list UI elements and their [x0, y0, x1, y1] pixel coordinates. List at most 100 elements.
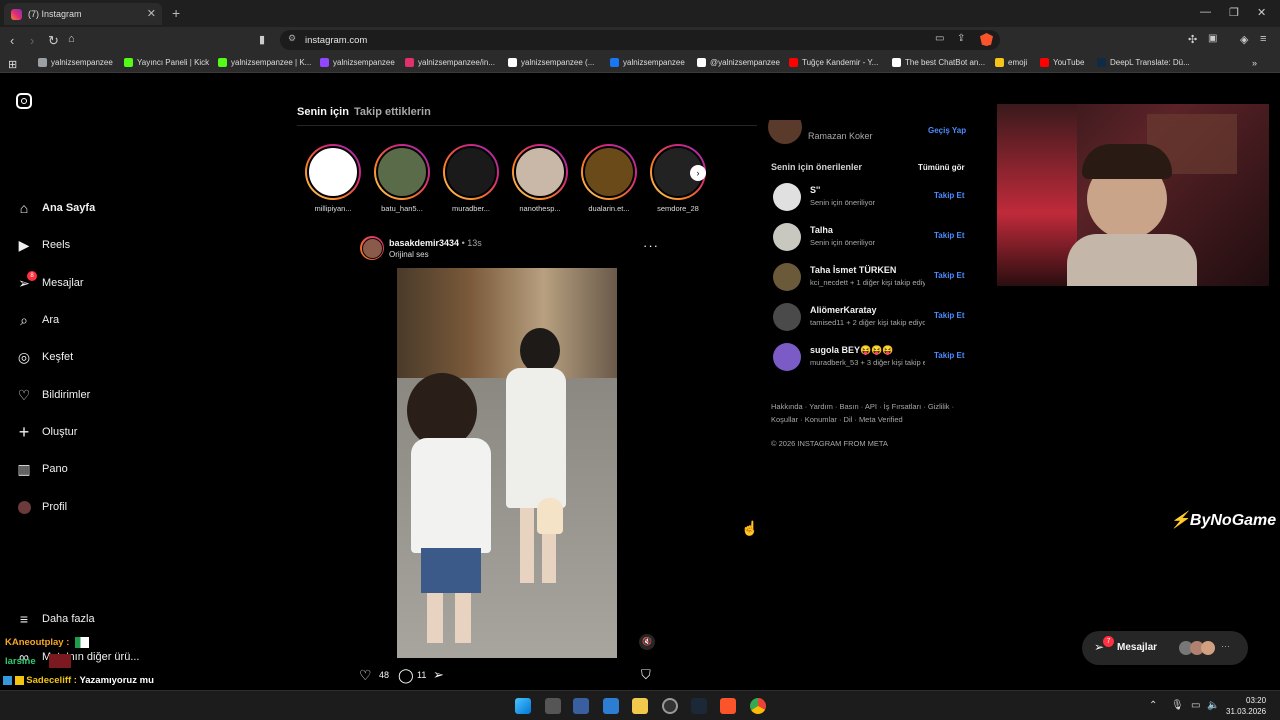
post-username[interactable]: basakdemir3434	[389, 238, 459, 248]
brave-icon[interactable]	[720, 698, 736, 714]
tray-chevron-icon[interactable]: ⌃	[1149, 700, 1157, 711]
sidebar-item-profile[interactable]: Profil	[16, 499, 67, 515]
bookmark-icon[interactable]: ▮	[259, 33, 265, 46]
sidebar-item-home[interactable]: ⌂ Ana Sayfa	[16, 200, 95, 216]
share-post-icon[interactable]: ➢	[433, 667, 444, 683]
story-item[interactable]: batu_han5...	[373, 144, 431, 213]
suggestion-name[interactable]: Talha	[810, 225, 833, 235]
bookmark-item[interactable]: DeepL Translate: Dü...	[1097, 58, 1190, 67]
tab-for-you[interactable]: Senin için	[297, 106, 349, 118]
file-explorer-icon[interactable]	[632, 698, 648, 714]
cast-icon[interactable]: ▭	[935, 33, 944, 44]
sidebar-item-create[interactable]: + Oluştur	[16, 422, 78, 442]
browser-tab[interactable]: (7) Instagram ✕	[4, 3, 162, 25]
bookmark-item[interactable]: yalnizsempanzee/in...	[405, 58, 495, 67]
restore-icon[interactable]: ❐	[1229, 6, 1239, 19]
more-options-icon[interactable]: ···	[643, 238, 659, 253]
story-item[interactable]: millipiyan...	[304, 144, 362, 213]
sidebar-item-messages[interactable]: ➢ 8 Mesajlar	[16, 271, 84, 291]
sidebar-icon[interactable]: ▣	[1208, 33, 1217, 44]
site-info-icon[interactable]: ⚙	[288, 33, 296, 44]
footer-links[interactable]: Koşullar · Konumlar · Dil · Meta Verifie…	[771, 415, 903, 424]
bookmark-item[interactable]: Yayıncı Paneli | Kick	[124, 58, 209, 67]
current-user-avatar[interactable]	[768, 120, 802, 146]
close-window-icon[interactable]: ✕	[1257, 6, 1266, 19]
forward-icon[interactable]: ›	[30, 33, 34, 48]
sidebar-item-notifications[interactable]: ♡ Bildirimler	[16, 387, 91, 403]
see-all-link[interactable]: Tümünü gör	[918, 163, 965, 172]
home-browser-icon[interactable]: ⌂	[68, 33, 75, 45]
extensions-icon[interactable]: ✣	[1188, 33, 1197, 46]
bookmark-item[interactable]: YouTube	[1040, 58, 1084, 67]
chrome-icon[interactable]	[750, 698, 766, 714]
new-tab-icon[interactable]: +	[172, 5, 180, 21]
microphone-icon[interactable]: 🎙	[1171, 700, 1184, 711]
back-icon[interactable]: ‹	[10, 33, 14, 48]
like-icon[interactable]: ♡	[359, 667, 372, 684]
display-icon[interactable]: ▭	[1191, 700, 1200, 711]
stories-next-button[interactable]: ›	[690, 165, 706, 181]
sidebar-item-dashboard[interactable]: ▥ Pano	[16, 461, 67, 477]
avatar[interactable]	[773, 343, 801, 371]
app-icon[interactable]	[603, 698, 619, 714]
steam-icon[interactable]	[691, 698, 707, 714]
sidebar-item-more[interactable]: ≡ Daha fazla	[16, 611, 95, 627]
story-item[interactable]: dualarin.et...	[580, 144, 638, 213]
bookmark-item[interactable]: emoji	[995, 58, 1027, 67]
footer-links[interactable]: Hakkında · Yardım · Basın · API · İş Fır…	[771, 402, 954, 411]
avatar[interactable]	[773, 303, 801, 331]
follow-button[interactable]: Takip Et	[934, 191, 965, 200]
sidebar-item-reels[interactable]: ▶ Reels	[16, 237, 71, 253]
post-audio[interactable]: Orijinal ses	[389, 250, 429, 259]
apps-grid-icon[interactable]: ⊞	[8, 58, 17, 71]
post-author-avatar[interactable]	[360, 236, 384, 260]
sidebar-item-label: Bildirimler	[42, 389, 91, 401]
bookmark-item[interactable]: The best ChatBot an...	[892, 58, 985, 67]
bookmark-item[interactable]: yalnizsempanzee	[320, 58, 395, 67]
more-bookmarks-icon[interactable]: »	[1252, 58, 1257, 68]
story-item[interactable]: muradber...	[442, 144, 500, 213]
avatar[interactable]	[773, 263, 801, 291]
menu-icon[interactable]: ≡	[1260, 33, 1266, 45]
bookmark-item[interactable]: yalnizsempanzee	[38, 58, 113, 67]
bookmark-item[interactable]: yalnizsempanzee	[610, 58, 685, 67]
close-tab-icon[interactable]: ✕	[147, 7, 156, 20]
messages-pill[interactable]: ➢ 7 Mesajlar ···	[1082, 631, 1248, 665]
suggestion-name[interactable]: S''	[810, 185, 820, 195]
suggestion-name[interactable]: sugola BEY😝😝😝	[810, 345, 894, 356]
clock[interactable]: 03:20 31.03.2026	[1226, 695, 1266, 717]
reload-icon[interactable]: ↻	[48, 33, 59, 49]
start-icon[interactable]	[515, 698, 531, 714]
story-item[interactable]: nanothesp...	[511, 144, 569, 213]
share-icon[interactable]: ⇪	[957, 33, 965, 44]
like-count: 48	[379, 670, 390, 680]
volume-icon[interactable]: 🔈	[1207, 700, 1219, 711]
sidebar-item-explore[interactable]: ◎ Keşfet	[16, 349, 73, 365]
save-icon[interactable]: ⛉	[641, 667, 651, 683]
follow-button[interactable]: Takip Et	[934, 311, 965, 320]
instagram-logo-icon[interactable]	[16, 93, 32, 109]
comment-icon[interactable]: ◯	[398, 667, 414, 684]
post-video[interactable]: 🔇	[351, 268, 663, 658]
mute-icon[interactable]: 🔇	[639, 634, 655, 650]
suggestion-name[interactable]: AliömerKaratay	[810, 305, 877, 315]
sidebar-item-search[interactable]: ⌕ Ara	[16, 312, 59, 328]
follow-button[interactable]: Takip Et	[934, 231, 965, 240]
task-view-icon[interactable]	[545, 698, 561, 714]
follow-button[interactable]: Takip Et	[934, 351, 965, 360]
bookmark-item[interactable]: Tuğçe Kandemir - Y...	[789, 58, 878, 67]
avatar[interactable]	[773, 183, 801, 211]
obs-icon[interactable]	[662, 698, 678, 714]
switch-account-link[interactable]: Geçiş Yap	[928, 126, 966, 135]
avatar[interactable]	[773, 223, 801, 251]
minimize-icon[interactable]: —	[1200, 6, 1211, 18]
follow-button[interactable]: Takip Et	[934, 271, 965, 280]
bookmark-item[interactable]: yalnizsempanzee | K...	[218, 58, 311, 67]
bookmark-item[interactable]: yalnizsempanzee (...	[508, 58, 594, 67]
tab-following[interactable]: Takip ettiklerin	[354, 106, 431, 118]
url-field[interactable]: ⚙ instagram.com	[280, 30, 1000, 50]
suggestion-name[interactable]: Taha İsmet TÜRKEN	[810, 265, 896, 275]
vpn-icon[interactable]: ◈	[1240, 33, 1248, 46]
bookmark-item[interactable]: @yalnizsempanzee	[697, 58, 780, 67]
app-icon[interactable]	[573, 698, 589, 714]
